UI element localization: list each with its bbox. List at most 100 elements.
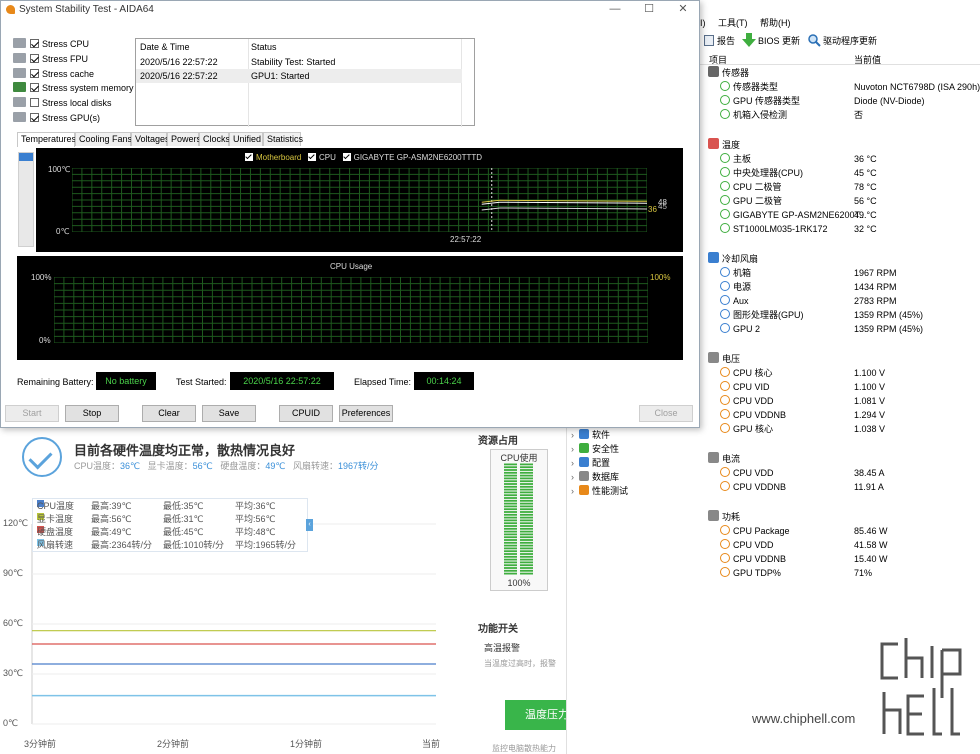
sensor-row[interactable]: GPU 传感器类型 [720, 94, 800, 108]
fpu-icon [13, 52, 26, 63]
log-header-datetime[interactable]: Date & Time [140, 42, 190, 52]
preferences-button[interactable]: Preferences [339, 405, 393, 422]
sensor-category-voltage[interactable]: 电压 [708, 352, 740, 366]
chevron-right-icon[interactable]: › [571, 456, 579, 470]
checkbox[interactable] [30, 53, 39, 63]
tab-statistics[interactable]: Statistics [263, 132, 303, 146]
sensor-row[interactable]: 机箱入侵检测 [720, 108, 787, 122]
tree-item-2[interactable]: › 安全性 [571, 442, 619, 456]
chevron-right-icon[interactable]: › [571, 428, 579, 442]
sensor-category-sensors[interactable]: 传感器 [708, 66, 749, 80]
legend-row[interactable]: 硬盘温度 最高:49℃ 最低:45℃ 平均:48℃ [37, 526, 309, 539]
scrollbar-thumb[interactable] [19, 153, 33, 161]
tab-cooling-fans[interactable]: Cooling Fans [75, 132, 132, 146]
menu-item-help[interactable]: 帮助(H) [760, 18, 791, 28]
sensor-row[interactable]: 中央处理器(CPU) [720, 166, 803, 180]
cpuid-button[interactable]: CPUID [279, 405, 333, 422]
stress-option[interactable]: Stress local disks [13, 96, 112, 110]
checkbox[interactable] [30, 39, 39, 48]
menu-item-view[interactable]: I) [700, 18, 706, 28]
sensor-category-temperature[interactable]: 温度 [708, 138, 740, 152]
legend-row[interactable]: CPU温度 最高:39℃ 最低:35℃ 平均:36℃ [37, 500, 309, 513]
sensor-row[interactable]: 主板 [720, 152, 751, 166]
sensor-row[interactable]: ST1000LM035-1RK172 [720, 222, 828, 236]
dialog-titlebar[interactable]: System Stability Test - AIDA64 — ☐ ✕ [1, 1, 699, 18]
maximize-button[interactable]: ☐ [639, 2, 659, 16]
stress-option-label: Stress FPU [42, 53, 89, 64]
clear-button[interactable]: Clear [142, 405, 196, 422]
sensor-row[interactable]: CPU VDDNB [720, 408, 786, 422]
sensor-row[interactable]: CPU VDDNB [720, 552, 786, 566]
tree-item-4[interactable]: › 数据库 [571, 470, 619, 484]
sensor-category-fan[interactable]: 冷却风扇 [708, 252, 758, 266]
collapse-legend-icon[interactable]: ‹ [306, 519, 313, 531]
legend-row[interactable]: 风扇转速 最高:2364转/分 最低:1010转/分 平均:1965转/分 [37, 539, 309, 552]
sensor-row[interactable]: CPU Package [720, 524, 790, 538]
stress-option[interactable]: Stress system memory [13, 81, 134, 95]
legend-motherboard[interactable]: Motherboard [245, 153, 301, 162]
legend-cpu[interactable]: CPU [308, 153, 336, 162]
dialog-close-button[interactable]: Close [639, 405, 693, 422]
sensor-row[interactable]: CPU VDD [720, 466, 774, 480]
sensor-row[interactable]: 传感器类型 [720, 80, 778, 94]
sensor-row[interactable]: 电源 [720, 280, 751, 294]
sensor-row[interactable]: Aux [720, 294, 749, 308]
sensor-row[interactable]: CPU VDD [720, 394, 774, 408]
sensor-row-value: 1359 RPM (45%) [854, 310, 924, 320]
chevron-right-icon[interactable]: › [571, 470, 579, 484]
tab-powers[interactable]: Powers [167, 132, 201, 146]
driver-update-button[interactable]: 驱动程序更新 [808, 33, 877, 49]
log-row[interactable]: 2020/5/16 22:57:22 GPU1: Started [136, 69, 462, 83]
legend-row[interactable]: 显卡温度 最高:56℃ 最低:31℃ 平均:56℃ [37, 513, 309, 526]
sensor-row[interactable]: CPU 核心 [720, 366, 773, 380]
sensor-row[interactable]: GPU TDP% [720, 566, 781, 580]
log-row[interactable]: 2020/5/16 22:57:22 Stability Test: Starte… [136, 55, 462, 69]
checkbox[interactable] [30, 98, 39, 108]
sensor-row[interactable]: CPU 二极管 [720, 180, 782, 194]
tab-voltages[interactable]: Voltages [131, 132, 170, 146]
sensor-row[interactable]: GPU 核心 [720, 422, 773, 436]
sensor-row[interactable]: CPU VDDNB [720, 480, 786, 494]
sensor-row[interactable]: 机箱 [720, 266, 751, 280]
graph-scrollbar[interactable] [18, 152, 34, 247]
checkbox[interactable] [30, 113, 39, 122]
sensor-row[interactable]: GIGABYTE GP-ASM2NE6200T... [720, 208, 867, 222]
temperature-stress-button[interactable]: 温度压力 [505, 700, 567, 730]
tree-item-5[interactable]: › 性能测试 [571, 484, 628, 498]
sensor-row[interactable]: GPU 二极管 [720, 194, 782, 208]
bios-update-label: BIOS 更新 [758, 36, 801, 46]
stress-option[interactable]: Stress GPU(s) [13, 111, 100, 125]
sensor-row[interactable]: 图形处理器(GPU) [720, 308, 804, 322]
tab-unified[interactable]: Unified [229, 132, 263, 146]
sensor-category-power[interactable]: 功耗 [708, 510, 740, 524]
elapsed-time-value: 00:14:24 [414, 372, 474, 390]
save-button[interactable]: Save [202, 405, 256, 422]
sensor-row[interactable]: GPU 2 [720, 322, 760, 336]
stress-option[interactable]: Stress cache [13, 67, 94, 81]
sensor-row[interactable]: CPU VDD [720, 538, 774, 552]
sensor-row[interactable]: CPU VID [720, 380, 770, 394]
bios-update-button[interactable]: BIOS 更新 [742, 33, 800, 49]
stress-option[interactable]: Stress FPU [13, 52, 88, 66]
chevron-right-icon[interactable]: › [571, 484, 579, 498]
tab-temperatures[interactable]: Temperatures [17, 132, 76, 147]
tree-item-3[interactable]: › 配置 [571, 456, 610, 470]
stop-button[interactable]: Stop [65, 405, 119, 422]
log-header-status[interactable]: Status [251, 42, 277, 52]
column-item[interactable]: 项目 [709, 53, 727, 66]
minimize-button[interactable]: — [605, 2, 625, 16]
start-button[interactable]: Start [5, 405, 59, 422]
checkbox[interactable] [30, 68, 39, 78]
report-button[interactable]: 报告 [704, 33, 735, 49]
stress-option[interactable]: Stress CPU [13, 37, 89, 51]
chevron-right-icon[interactable]: › [571, 442, 579, 456]
close-button[interactable]: ✕ [673, 2, 693, 16]
column-value[interactable]: 当前值 [854, 53, 881, 66]
meter-segment [504, 541, 517, 544]
sensor-category-current[interactable]: 电流 [708, 452, 740, 466]
menu-item-tools[interactable]: 工具(T) [718, 18, 748, 28]
tree-item-1[interactable]: › 软件 [571, 428, 610, 442]
checkbox[interactable] [30, 83, 39, 93]
tab-clocks[interactable]: Clocks [199, 132, 230, 146]
legend-ssd[interactable]: GIGABYTE GP-ASM2NE6200TTTD [342, 153, 482, 162]
